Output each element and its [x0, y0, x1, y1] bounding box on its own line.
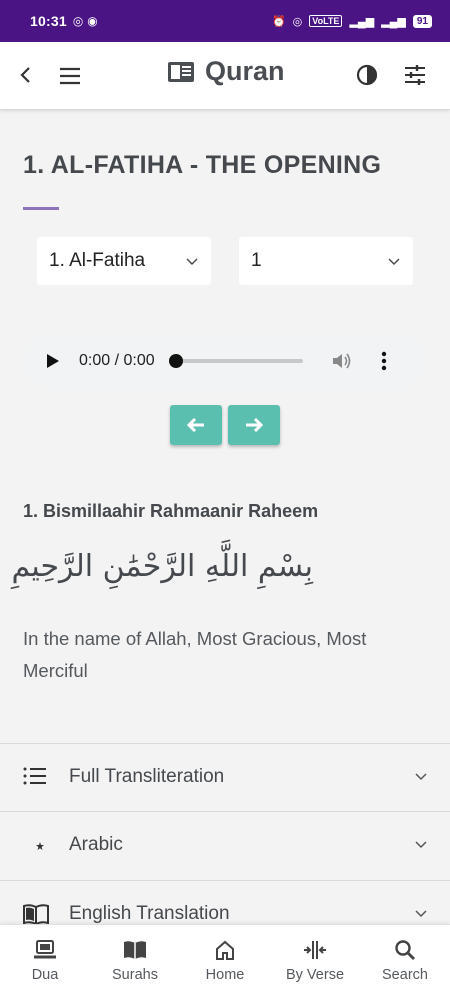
tab-by-verse[interactable]: By Verse [270, 925, 360, 1000]
verse-select[interactable]: 1 [239, 237, 413, 285]
back-icon[interactable] [14, 63, 38, 87]
audio-time: 0:00 / 0:00 [79, 352, 155, 369]
menu-icon[interactable] [58, 64, 82, 88]
chevron-down-icon [415, 910, 427, 918]
section-full-transliteration[interactable]: Full Transliteration [0, 743, 450, 812]
tab-dua[interactable]: Dua [0, 925, 90, 1000]
page-title: 1. AL-FATIHA - THE OPENING [23, 151, 382, 179]
open-book-icon [23, 904, 49, 925]
whatsapp-icon: ◎ [72, 14, 84, 28]
alarm-icon: ⏰ [271, 15, 286, 28]
chevron-down-icon [415, 841, 427, 849]
tab-label: Search [382, 967, 428, 983]
audio-seek-bar[interactable] [168, 354, 303, 368]
theme-toggle-icon[interactable] [356, 64, 378, 86]
section-label: Full Transliteration [69, 766, 225, 787]
volume-icon[interactable] [331, 351, 353, 371]
signal-5g-icon: ▂▄▆ [381, 15, 406, 28]
split-icon [304, 941, 326, 959]
audio-player: 0:00 / 0:00 [25, 333, 425, 389]
tab-label: Dua [31, 967, 59, 983]
surah-select-value: 1. Al-Fatiha [49, 250, 146, 271]
tab-search[interactable]: Search [360, 925, 450, 1000]
section-label: English Translation [69, 903, 230, 924]
settings-sliders-icon[interactable] [403, 63, 427, 87]
previous-verse-button[interactable] [170, 405, 222, 445]
status-notification-icons: ◎ ◉ [73, 14, 98, 28]
tab-label: Surahs [112, 967, 158, 983]
bottom-navigation: Dua Surahs Home By Verse Search [0, 924, 450, 1000]
arrow-right-icon [246, 418, 263, 432]
title-underline [23, 207, 59, 210]
status-time: 10:31 [30, 13, 67, 29]
book-icon [124, 941, 146, 959]
chevron-down-icon [186, 258, 198, 265]
quran-book-icon [168, 61, 194, 82]
tab-surahs[interactable]: Surahs [90, 925, 180, 1000]
verse-arabic-text: بِسْمِ اللَّهِ الرَّحْمَٰنِ الرَّحِيمِ [11, 549, 313, 584]
chevron-down-icon [388, 258, 400, 265]
more-vert-icon[interactable] [381, 351, 387, 371]
search-icon [395, 940, 415, 960]
crescent-star-icon [27, 836, 44, 856]
app-notification-icon: ◉ [87, 14, 98, 28]
arrow-left-icon [187, 418, 204, 432]
list-icon [23, 767, 46, 785]
tab-label: By Verse [285, 967, 345, 983]
signal-icon: ▂▄▆ [349, 15, 375, 28]
play-icon[interactable] [47, 354, 59, 368]
verse-select-value: 1 [251, 250, 262, 271]
surah-select[interactable]: 1. Al-Fatiha [37, 237, 211, 285]
next-verse-button[interactable] [228, 405, 280, 445]
app-logo: Quran [167, 56, 285, 87]
battery-indicator: 91 [412, 14, 432, 28]
app-title: Quran [205, 56, 285, 86]
volte-badge: VoLTE [309, 15, 343, 27]
hotspot-icon: ◎ [292, 15, 303, 28]
tab-home[interactable]: Home [180, 925, 270, 1000]
section-label: Arabic [69, 834, 123, 855]
laptop-icon [34, 940, 56, 959]
section-arabic[interactable]: Arabic [0, 811, 450, 880]
app-bar: Quran [0, 42, 450, 110]
seek-thumb[interactable] [168, 354, 183, 368]
home-icon [216, 940, 234, 960]
status-system-icons: ⏰ ◎ VoLTE ▂▄▆ ▂▄▆ 91 [271, 14, 432, 28]
verse-heading: 1. Bismillaahir Rahmaanir Raheem [23, 501, 319, 521]
status-bar: 10:31 ◎ ◉ ⏰ ◎ VoLTE ▂▄▆ ▂▄▆ 91 [0, 0, 450, 42]
verse-translation: In the name of Allah, Most Gracious, Mos… [23, 628, 367, 681]
tab-label: Home [205, 967, 245, 983]
chevron-down-icon [415, 773, 427, 781]
